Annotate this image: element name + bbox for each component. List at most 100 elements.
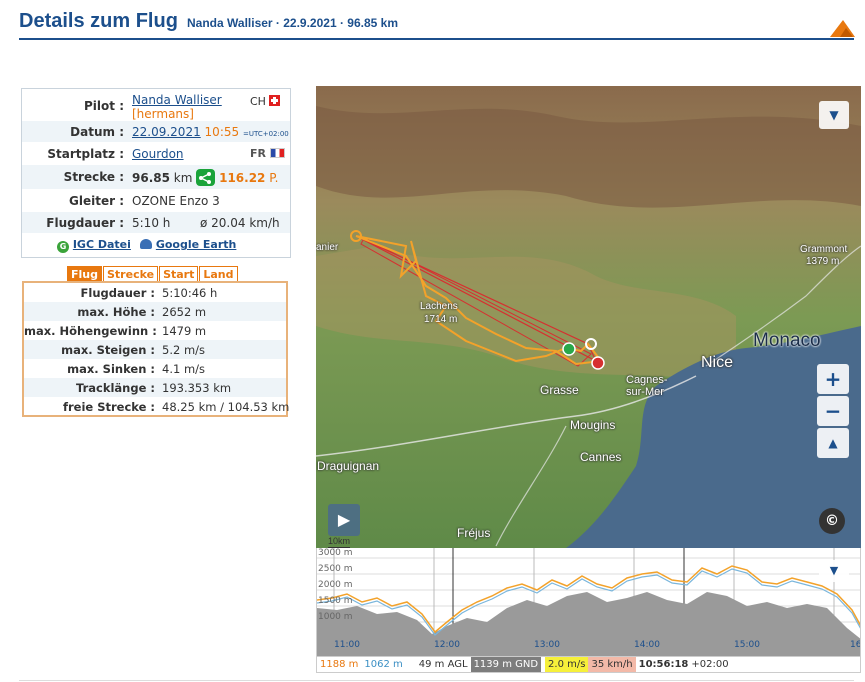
map-label-grammont-alt: 1379 m bbox=[806, 256, 840, 267]
header-divider bbox=[19, 38, 854, 40]
stat-value: 4.1 m/s bbox=[162, 362, 206, 376]
title-subtitle: Nanda Walliser · 22.9.2021 · 96.85 km bbox=[187, 16, 399, 30]
altitude-profile[interactable]: 3000 m 2500 m 2000 m 1500 m 1000 m 11:00… bbox=[316, 548, 861, 656]
status-gnd-alt: 1139 m GND bbox=[470, 657, 542, 672]
status-vario: 2.0 m/s bbox=[545, 657, 589, 672]
duration-value: 5:10 h bbox=[132, 216, 171, 230]
french-flag-icon bbox=[269, 148, 285, 158]
terrain-layer bbox=[316, 86, 861, 548]
tab-land[interactable]: Land bbox=[199, 266, 238, 282]
stat-row: max. Höhe : 2652 m bbox=[24, 302, 286, 321]
alt-label: 1500 m bbox=[318, 596, 353, 606]
takeoff-label: Startplatz : bbox=[47, 147, 124, 161]
stat-label: max. Steigen : bbox=[61, 343, 155, 357]
alt-label: 3000 m bbox=[318, 548, 353, 558]
pilot-name-link[interactable]: Nanda Walliser bbox=[132, 93, 222, 107]
stat-label: Flugdauer : bbox=[80, 286, 155, 300]
map-scale: 10km bbox=[328, 536, 351, 548]
pilot-country-code: CH bbox=[250, 95, 266, 108]
status-speed: 35 km/h bbox=[588, 657, 636, 672]
stat-value: 48.25 km / 104.53 km bbox=[162, 400, 290, 414]
stat-value: 193.353 km bbox=[162, 381, 232, 395]
tab-strecke[interactable]: Strecke bbox=[103, 266, 159, 282]
page-header: Details zum Flug Nanda Walliser · 22.9.2… bbox=[0, 0, 865, 42]
stat-label: max. Höhengewinn : bbox=[24, 324, 157, 338]
distance-label: Strecke : bbox=[63, 170, 124, 184]
status-time: 10:56:18 bbox=[638, 659, 689, 670]
date-link[interactable]: 22.09.2021 bbox=[132, 125, 201, 139]
takeoff-country-code: FR bbox=[250, 147, 266, 160]
time-label: 15:00 bbox=[734, 640, 760, 650]
timezone: =UTC+02:00 bbox=[242, 130, 289, 138]
page-title: Details zum Flug Nanda Walliser · 22.9.2… bbox=[19, 10, 398, 33]
pilot-label: Pilot : bbox=[84, 99, 124, 113]
stat-label: freie Strecke : bbox=[62, 400, 155, 414]
time-label: 13:00 bbox=[534, 640, 560, 650]
glider-value: OZONE Enzo 3 bbox=[132, 194, 220, 208]
pilot-country: CH bbox=[250, 95, 281, 108]
stat-value: 1479 m bbox=[162, 324, 207, 338]
map-label-draguignan: Draguignan bbox=[317, 459, 380, 473]
duration-row: Flugdauer : 5:10 h ø 20.04 km/h bbox=[22, 212, 290, 233]
takeoff-country: FR bbox=[250, 147, 285, 160]
map-label-mougins: Mougins bbox=[570, 418, 616, 432]
pilot-row: Pilot : Nanda Walliser [hermans] CH bbox=[22, 91, 290, 121]
takeoff-row: Startplatz : Gourdon FR bbox=[22, 143, 290, 164]
map-label-lachens-alt: 1714 m bbox=[424, 314, 458, 325]
pilot-handle-link[interactable]: [hermans] bbox=[132, 107, 194, 121]
stat-label: Tracklänge : bbox=[75, 381, 155, 395]
map-label-lachens: Lachens bbox=[420, 301, 458, 312]
zoom-out-button[interactable]: − bbox=[817, 396, 849, 426]
layers-dropdown-button[interactable]: ▼ bbox=[819, 101, 849, 129]
google-earth-link[interactable]: Google Earth bbox=[156, 238, 237, 251]
takeoff-name[interactable]: Gourdon bbox=[132, 147, 184, 161]
map-label-cagnes: Cagnes-sur-Mer bbox=[626, 374, 668, 398]
flight-details-card: Pilot : Nanda Walliser [hermans] CH Datu… bbox=[21, 88, 291, 258]
time-label: 16 bbox=[850, 640, 861, 650]
profile-options-button[interactable]: ▼ bbox=[819, 560, 849, 582]
start-time: 10:55 bbox=[204, 125, 240, 139]
stat-row: Flugdauer : 5:10:46 h bbox=[24, 283, 286, 302]
map-label-grasse: Grasse bbox=[540, 383, 579, 397]
alt-label: 2500 m bbox=[318, 564, 353, 574]
north-button[interactable]: ▲ bbox=[817, 428, 849, 458]
swiss-flag-icon bbox=[269, 95, 281, 106]
downloads-row: G IGC Datei Google Earth bbox=[22, 235, 290, 256]
share-route-icon[interactable] bbox=[196, 169, 216, 186]
chevron-down-icon: ▼ bbox=[829, 108, 839, 122]
mountain-logo-icon bbox=[830, 20, 855, 37]
play-icon[interactable]: ▶ bbox=[328, 504, 360, 536]
distance-row: Strecke : 96.85 km 116.22 P. bbox=[22, 165, 290, 189]
status-ground: 1062 m bbox=[364, 659, 403, 670]
igc-file-icon: G bbox=[57, 241, 69, 253]
stat-row: freie Strecke : 48.25 km / 104.53 km bbox=[24, 397, 290, 416]
map-label-edge: anier bbox=[316, 242, 339, 253]
tab-flug[interactable]: Flug bbox=[67, 266, 102, 282]
alt-label: 1000 m bbox=[318, 612, 353, 622]
distance-value: 96.85 km 116.22 P. bbox=[132, 169, 278, 186]
flight-map[interactable]: Monaco Nice Cagnes-sur-Mer Grasse Mougin… bbox=[316, 86, 861, 548]
footer-divider bbox=[19, 680, 854, 681]
stats-tabs: Flug Strecke Start Land bbox=[67, 263, 239, 282]
date-label: Datum : bbox=[70, 125, 124, 139]
status-timezone: +02:00 bbox=[691, 659, 729, 670]
map-label-frejus: Fréjus bbox=[457, 526, 491, 540]
flight-stats-table: Flugdauer : 5:10:46 h max. Höhe : 2652 m… bbox=[22, 281, 290, 417]
takeoff-link[interactable]: Gourdon bbox=[132, 147, 184, 161]
tab-start[interactable]: Start bbox=[159, 266, 199, 282]
stat-value: 5.2 m/s bbox=[162, 343, 206, 357]
stat-row: max. Steigen : 5.2 m/s bbox=[24, 340, 286, 359]
time-label: 12:00 bbox=[434, 640, 460, 650]
date-value: 22.09.2021 10:55 =UTC+02:00 bbox=[132, 125, 289, 139]
copyright-button[interactable]: © bbox=[819, 508, 845, 534]
points-unit: P. bbox=[269, 171, 279, 185]
date-row: Datum : 22.09.2021 10:55 =UTC+02:00 bbox=[22, 121, 290, 142]
duration-label: Flugdauer : bbox=[46, 216, 124, 230]
time-label: 11:00 bbox=[334, 640, 360, 650]
igc-download[interactable]: G IGC Datei bbox=[57, 238, 131, 253]
google-earth-download[interactable]: Google Earth bbox=[140, 238, 236, 251]
igc-link[interactable]: IGC Datei bbox=[73, 238, 131, 251]
zoom-in-button[interactable]: + bbox=[817, 364, 849, 394]
map-label-grammont: Grammont bbox=[800, 244, 848, 255]
points-value: 116.22 bbox=[219, 171, 266, 185]
